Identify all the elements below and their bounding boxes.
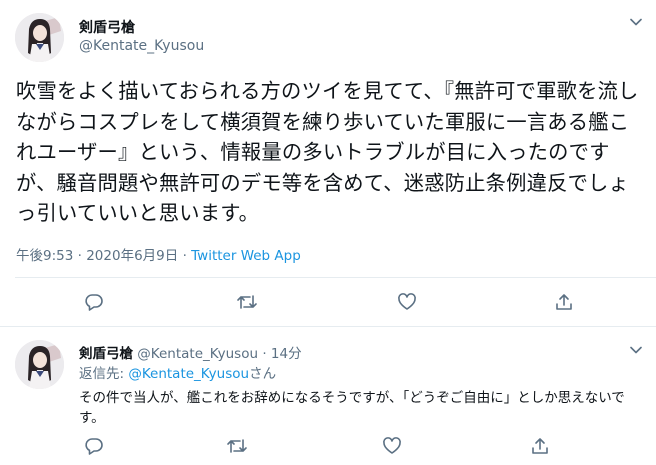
avatar-image (15, 340, 64, 389)
tweet-date[interactable]: 2020年6月9日 (86, 248, 178, 264)
meta-separator: · (262, 346, 267, 362)
replying-to-mention[interactable]: @Kentate_Kyusou (128, 366, 249, 382)
replying-to-label: 返信先: (79, 366, 129, 382)
reply-header: 剣盾弓槍 @Kentate_Kyusou · 14分 (79, 342, 302, 362)
user-handle[interactable]: @Kentate_Kyusou (79, 38, 204, 54)
tweet-actions (0, 290, 656, 314)
reply-icon[interactable] (82, 434, 106, 458)
tweet-source[interactable]: Twitter Web App (191, 248, 301, 264)
replying-to: 返信先: @Kentate_Kyusouさん (79, 362, 276, 382)
meta-separator: · (77, 248, 82, 264)
reply-actions (0, 434, 656, 458)
chevron-down-icon[interactable] (627, 13, 645, 31)
reply-icon[interactable] (82, 290, 106, 314)
display-name[interactable]: 剣盾弓槍 (79, 346, 133, 362)
tweet-age[interactable]: 14分 (271, 346, 302, 362)
tweet-time[interactable]: 午後9:53 (16, 248, 73, 264)
tweet-meta: 午後9:53 · 2020年6月9日 · Twitter Web App (16, 244, 301, 264)
avatar[interactable] (15, 13, 64, 62)
retweet-icon[interactable] (225, 434, 249, 458)
meta-separator: · (182, 248, 187, 264)
tweet-text: 吹雪をよく描いておられる方のツイを見てて、『無許可で軍歌を流しながらコスプレをし… (16, 79, 639, 226)
avatar[interactable] (15, 340, 64, 389)
chevron-down-icon[interactable] (627, 341, 645, 359)
share-icon[interactable] (552, 290, 576, 314)
reply-text: その件で当人が、艦これをお辞めになるそうですが、「どうぞご自由に」としか思えない… (79, 390, 625, 426)
replying-to-suffix: さん (249, 366, 277, 382)
share-icon[interactable] (528, 434, 552, 458)
divider (15, 277, 656, 278)
display-name[interactable]: 剣盾弓槍 (79, 17, 135, 37)
divider (0, 326, 656, 327)
retweet-icon[interactable] (235, 290, 259, 314)
avatar-image (15, 13, 64, 62)
like-icon[interactable] (395, 290, 419, 314)
like-icon[interactable] (380, 434, 404, 458)
user-handle[interactable]: @Kentate_Kyusou (137, 346, 258, 362)
